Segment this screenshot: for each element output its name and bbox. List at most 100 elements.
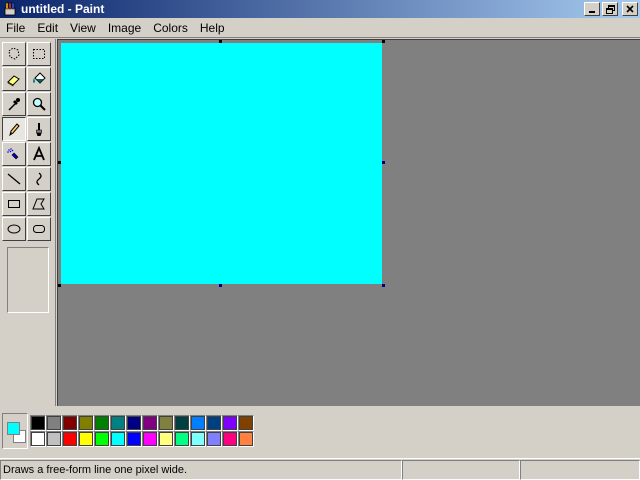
status-coords [402, 460, 520, 480]
palette-swatch-color [63, 416, 77, 430]
text-tool[interactable] [27, 142, 51, 166]
palette-swatch-color [31, 432, 45, 446]
palette-swatch[interactable] [238, 415, 254, 431]
pencil-tool[interactable] [2, 117, 26, 141]
restore-button[interactable] [602, 2, 618, 16]
fill-with-color-icon [33, 72, 46, 84]
fill-with-color-tool[interactable] [27, 67, 51, 91]
palette-swatch[interactable] [62, 415, 78, 431]
palette-swatch[interactable] [30, 431, 46, 447]
line-tool[interactable] [2, 167, 26, 191]
palette-swatch[interactable] [30, 415, 46, 431]
resize-handle-corner[interactable] [382, 284, 385, 287]
palette-swatch[interactable] [190, 415, 206, 431]
menu-edit[interactable]: Edit [31, 21, 64, 35]
palette-swatch-color [143, 416, 157, 430]
palette-swatch[interactable] [190, 431, 206, 447]
title-bar[interactable]: untitled - Paint [0, 0, 640, 18]
palette-swatch[interactable] [142, 415, 158, 431]
palette-swatch[interactable] [46, 415, 62, 431]
drawing-canvas[interactable] [61, 43, 382, 284]
palette-swatch[interactable] [238, 431, 254, 447]
magnifier-tool[interactable] [27, 92, 51, 116]
status-message: Draws a free-form line one pixel wide. [0, 460, 402, 480]
palette-swatch[interactable] [78, 431, 94, 447]
palette-swatch-color [143, 432, 157, 446]
color-box [0, 407, 640, 457]
current-colors[interactable] [2, 413, 28, 449]
palette-swatch[interactable] [174, 431, 190, 447]
palette-swatch-color [191, 432, 205, 446]
palette-swatch[interactable] [158, 431, 174, 447]
palette-swatches [30, 415, 254, 447]
menu-bar: File Edit View Image Colors Help [0, 18, 640, 38]
handle-top-mid [219, 40, 222, 43]
palette-swatch-color [47, 416, 61, 430]
resize-handle-right[interactable] [382, 161, 385, 164]
handle-bottom-left [58, 284, 61, 287]
palette-swatch[interactable] [126, 415, 142, 431]
palette-swatch-color [207, 432, 221, 446]
status-size [520, 460, 640, 480]
menu-help[interactable]: Help [194, 21, 231, 35]
pick-color-icon [8, 98, 20, 111]
palette-swatch[interactable] [222, 415, 238, 431]
palette-swatch-color [191, 416, 205, 430]
palette-swatch-color [79, 432, 93, 446]
palette-swatch-color [175, 416, 189, 430]
free-form-select-tool[interactable] [2, 42, 26, 66]
palette-swatch-color [79, 416, 93, 430]
foreground-color-swatch[interactable] [7, 422, 20, 435]
resize-handle-bottom[interactable] [219, 284, 222, 287]
minimize-button[interactable] [584, 2, 600, 16]
curve-icon [36, 172, 42, 186]
menu-file[interactable]: File [0, 21, 31, 35]
palette-swatch-color [223, 416, 237, 430]
rectangle-tool[interactable] [2, 192, 26, 216]
restore-icon [605, 4, 615, 14]
palette-swatch[interactable] [78, 415, 94, 431]
tool-options-box[interactable] [7, 247, 49, 313]
magnifier-icon [32, 97, 46, 111]
curve-tool[interactable] [27, 167, 51, 191]
airbrush-tool[interactable] [2, 142, 26, 166]
palette-swatch[interactable] [206, 415, 222, 431]
ellipse-tool[interactable] [2, 217, 26, 241]
menu-colors[interactable]: Colors [147, 21, 194, 35]
palette-swatch[interactable] [126, 431, 142, 447]
line-icon [7, 173, 21, 185]
menu-image[interactable]: Image [102, 21, 147, 35]
palette-swatch[interactable] [158, 415, 174, 431]
menu-view[interactable]: View [64, 21, 102, 35]
palette-swatch-color [239, 432, 253, 446]
rectangle-icon [8, 200, 20, 208]
rounded-rectangle-icon [33, 225, 45, 233]
palette-swatch[interactable] [142, 431, 158, 447]
rounded-rectangle-tool[interactable] [27, 217, 51, 241]
polygon-tool[interactable] [27, 192, 51, 216]
palette-swatch[interactable] [94, 415, 110, 431]
palette-swatch[interactable] [110, 415, 126, 431]
eraser-tool[interactable] [2, 67, 26, 91]
palette-swatch[interactable] [110, 431, 126, 447]
palette-swatch[interactable] [94, 431, 110, 447]
palette-swatch-color [239, 416, 253, 430]
window-title: untitled - Paint [21, 2, 105, 16]
free-form-select-icon [8, 47, 20, 60]
palette-swatch[interactable] [62, 431, 78, 447]
palette-swatch[interactable] [46, 431, 62, 447]
palette-swatch[interactable] [206, 431, 222, 447]
palette-swatch-color [223, 432, 237, 446]
handle-top-right [382, 40, 385, 43]
select-tool[interactable] [27, 42, 51, 66]
text-icon [33, 146, 45, 161]
palette-swatch[interactable] [222, 431, 238, 447]
brush-icon [36, 123, 42, 136]
close-button[interactable] [622, 2, 638, 16]
toolbox [0, 39, 56, 406]
palette-swatch[interactable] [174, 415, 190, 431]
pick-color-tool[interactable] [2, 92, 26, 116]
brush-tool[interactable] [27, 117, 51, 141]
paint-icon[interactable] [3, 2, 17, 16]
palette-swatch-color [63, 432, 77, 446]
